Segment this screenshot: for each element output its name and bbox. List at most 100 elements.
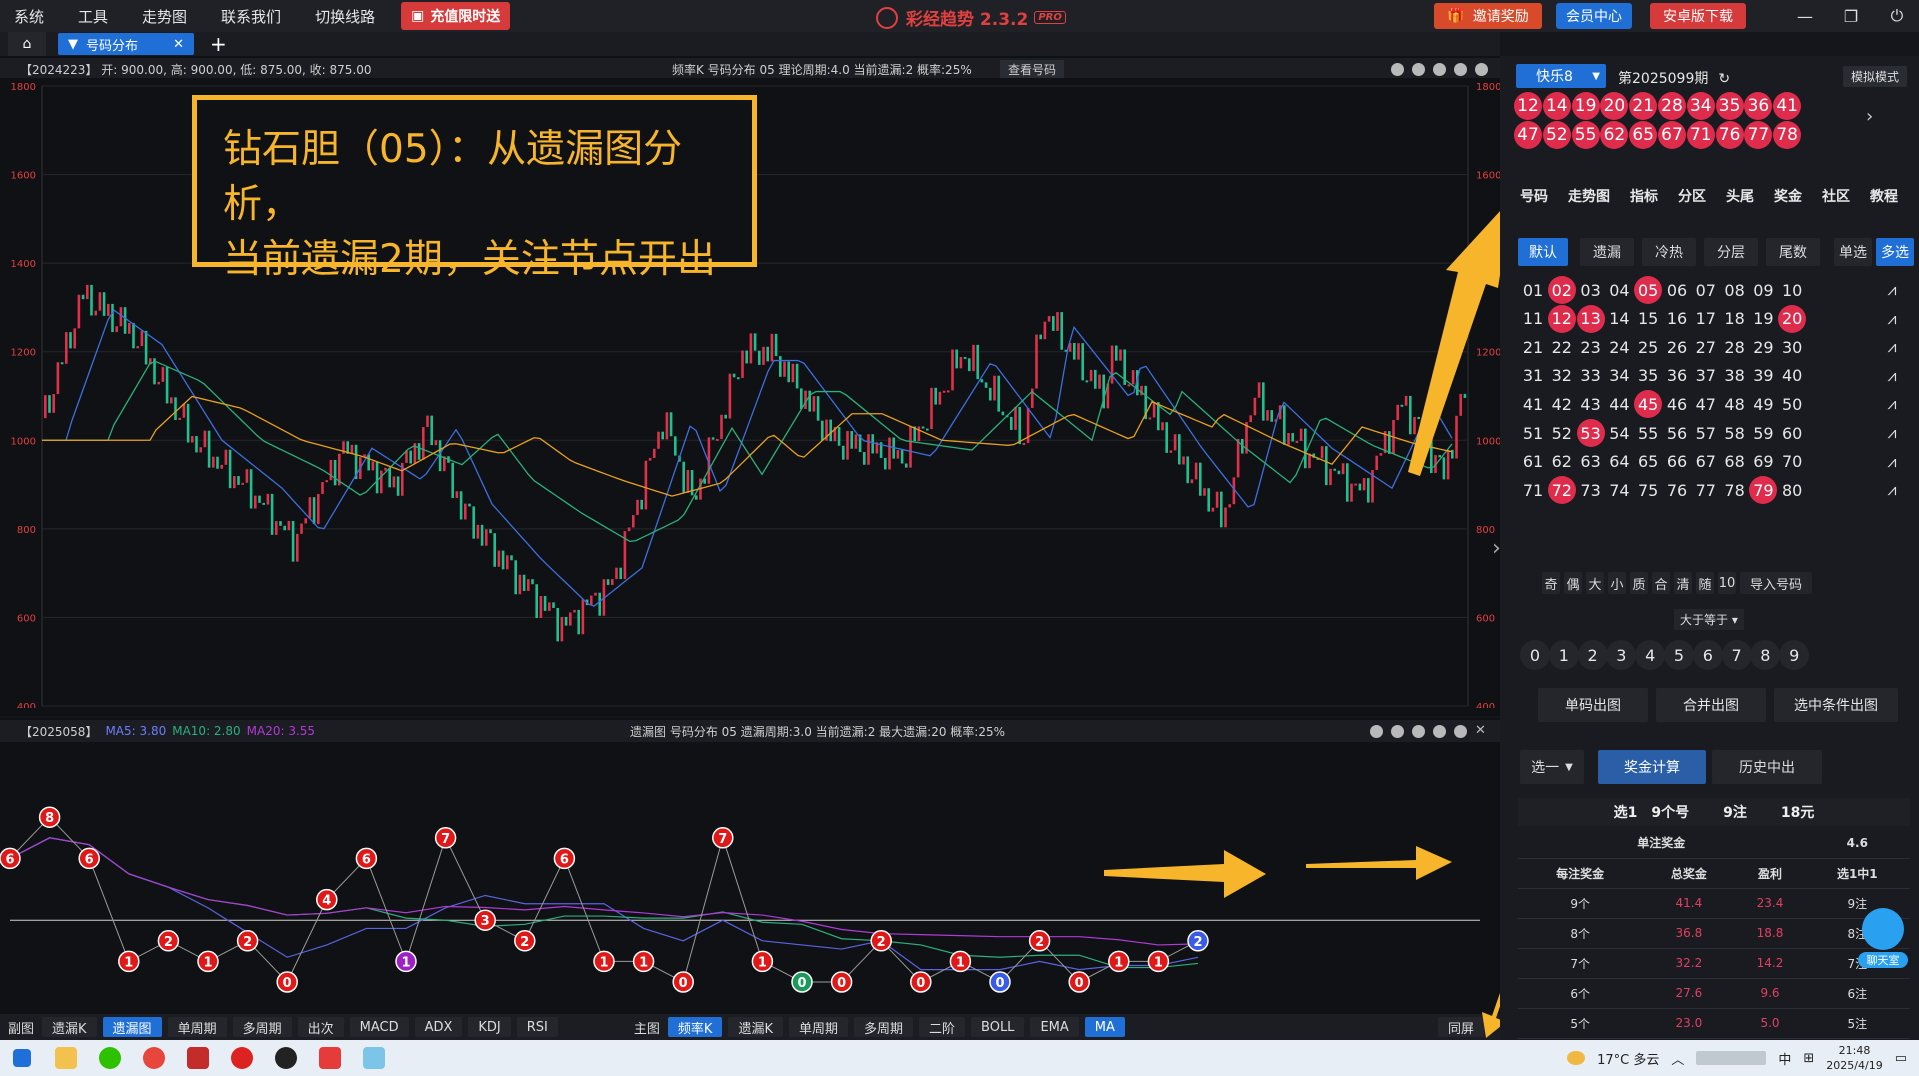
nav-head-tail[interactable]: 头尾 xyxy=(1726,186,1754,212)
tool-down-icon[interactable] xyxy=(1433,724,1446,738)
restore-icon[interactable]: ❐ xyxy=(1828,0,1874,32)
home-icon[interactable]: ⌂ xyxy=(8,32,46,56)
btn-single-period[interactable]: 单周期 xyxy=(167,1017,227,1037)
notes-icon[interactable] xyxy=(352,1040,396,1076)
trend-chart-icon[interactable]: ⩘ xyxy=(1882,309,1902,329)
trend-chart-icon[interactable]: ⩘ xyxy=(1882,423,1902,443)
btn-miss-k[interactable]: 遗漏K xyxy=(42,1017,97,1037)
number-cell[interactable]: 07 xyxy=(1692,276,1720,304)
ime-indicator[interactable]: 中 xyxy=(1778,1049,1791,1068)
btn-macd[interactable]: MACD xyxy=(349,1017,409,1037)
digit-button[interactable]: 6 xyxy=(1692,640,1723,670)
number-cell[interactable]: 69 xyxy=(1749,448,1777,476)
wechat-icon[interactable] xyxy=(88,1040,132,1076)
number-cell[interactable]: 14 xyxy=(1605,305,1633,333)
number-cell[interactable]: 65 xyxy=(1634,448,1662,476)
filter-hot-cold[interactable]: 冷热 xyxy=(1642,238,1696,266)
number-cell[interactable]: 25 xyxy=(1634,333,1662,361)
nav-community[interactable]: 社区 xyxy=(1822,186,1850,212)
menu-system[interactable]: 系统 xyxy=(14,6,44,27)
number-cell[interactable]: 23 xyxy=(1577,333,1605,361)
number-cell[interactable]: 08 xyxy=(1721,276,1749,304)
number-cell[interactable]: 19 xyxy=(1749,305,1777,333)
btn-ma[interactable]: MA xyxy=(1084,1017,1125,1037)
number-cell[interactable]: 55 xyxy=(1634,419,1662,447)
tool-down-icon[interactable] xyxy=(1454,62,1467,76)
trend-chart-icon[interactable]: ⩘ xyxy=(1882,480,1902,500)
number-cell[interactable]: 80 xyxy=(1778,476,1806,504)
number-cell[interactable]: 46 xyxy=(1663,390,1691,418)
number-cell[interactable]: 31 xyxy=(1519,362,1547,390)
quick-select-button[interactable]: 小 xyxy=(1608,572,1626,594)
number-cell[interactable]: 62 xyxy=(1548,448,1576,476)
weather-text[interactable]: 17°C 多云 xyxy=(1597,1049,1659,1068)
number-cell[interactable]: 12 xyxy=(1547,304,1576,333)
number-cell[interactable]: 17 xyxy=(1692,305,1720,333)
digit-button[interactable]: 4 xyxy=(1635,640,1666,670)
filter-missing[interactable]: 遗漏 xyxy=(1580,238,1634,266)
mode-single[interactable]: 单选 xyxy=(1834,238,1872,266)
number-cell[interactable]: 58 xyxy=(1721,419,1749,447)
number-cell[interactable]: 53 xyxy=(1576,419,1605,447)
number-cell[interactable]: 13 xyxy=(1576,304,1605,333)
mock-mode-button[interactable]: 模拟模式 xyxy=(1842,66,1907,87)
tool-settings-icon[interactable] xyxy=(1475,62,1488,76)
quick-select-button[interactable]: 质 xyxy=(1630,572,1648,594)
tool-up-icon[interactable] xyxy=(1412,724,1425,738)
file-explorer-icon[interactable] xyxy=(44,1040,88,1076)
number-cell[interactable]: 50 xyxy=(1778,390,1806,418)
chat-room-button[interactable]: 聊天室 xyxy=(1858,908,1908,978)
number-cell[interactable]: 37 xyxy=(1692,362,1720,390)
view-numbers-button[interactable]: 查看号码 xyxy=(1000,59,1065,79)
quick-select-button[interactable]: 清 xyxy=(1674,572,1692,594)
number-cell[interactable]: 38 xyxy=(1721,362,1749,390)
number-cell[interactable]: 78 xyxy=(1721,476,1749,504)
btn-ema[interactable]: EMA xyxy=(1030,1017,1079,1037)
chevron-right-icon[interactable]: › xyxy=(1866,106,1873,127)
digit-button[interactable]: 3 xyxy=(1606,640,1637,670)
number-cell[interactable]: 26 xyxy=(1663,333,1691,361)
number-cell[interactable]: 33 xyxy=(1577,362,1605,390)
invite-button[interactable]: 🎁 邀请奖励 xyxy=(1434,3,1542,29)
power-icon[interactable]: ⏻ xyxy=(1874,0,1919,32)
digit-button[interactable]: 9 xyxy=(1779,640,1810,670)
quick-select-button[interactable]: 大 xyxy=(1586,572,1604,594)
history-tab[interactable]: 历史中出 xyxy=(1712,750,1822,784)
chrome-icon[interactable] xyxy=(132,1040,176,1076)
number-cell[interactable]: 32 xyxy=(1548,362,1576,390)
single-chart-button[interactable]: 单码出图 xyxy=(1538,688,1648,722)
btn-miss-chart[interactable]: 遗漏图 xyxy=(102,1017,162,1037)
quick-select-button[interactable]: 随 xyxy=(1696,572,1714,594)
chevron-up-icon[interactable]: ︿ xyxy=(1671,1049,1684,1068)
btn-boll[interactable]: BOLL xyxy=(971,1017,1025,1037)
number-cell[interactable]: 35 xyxy=(1634,362,1662,390)
wps-icon[interactable] xyxy=(308,1040,352,1076)
number-cell[interactable]: 27 xyxy=(1692,333,1720,361)
number-cell[interactable]: 16 xyxy=(1663,305,1691,333)
nav-zones[interactable]: 分区 xyxy=(1678,186,1706,212)
number-cell[interactable]: 40 xyxy=(1778,362,1806,390)
trend-chart-icon[interactable]: ⩘ xyxy=(1882,280,1902,300)
number-cell[interactable]: 09 xyxy=(1749,276,1777,304)
trend-chart-icon[interactable]: ⩘ xyxy=(1882,337,1902,357)
btn-second-order[interactable]: 二阶 xyxy=(919,1017,966,1037)
number-cell[interactable]: 75 xyxy=(1634,476,1662,504)
refresh-icon[interactable]: ↻ xyxy=(1718,71,1730,87)
close-icon[interactable]: ✕ xyxy=(173,37,184,52)
menu-trend[interactable]: 走势图 xyxy=(142,6,187,27)
number-cell[interactable]: 77 xyxy=(1692,476,1720,504)
pin-icon[interactable] xyxy=(1370,724,1383,738)
number-cell[interactable]: 49 xyxy=(1749,390,1777,418)
comparison-select[interactable]: 大于等于 ▾ xyxy=(1674,609,1744,630)
pick-select[interactable]: 选一 ▼ xyxy=(1520,750,1584,784)
add-tab-button[interactable]: + xyxy=(210,32,227,56)
number-cell[interactable]: 47 xyxy=(1692,390,1720,418)
number-cell[interactable]: 04 xyxy=(1605,276,1633,304)
menu-switch-line[interactable]: 切换线路 xyxy=(315,6,375,27)
digit-button[interactable]: 0 xyxy=(1520,640,1550,670)
quick-select-button[interactable]: 偶 xyxy=(1564,572,1582,594)
nav-indicators[interactable]: 指标 xyxy=(1630,186,1658,212)
nav-numbers[interactable]: 号码 xyxy=(1520,186,1548,212)
mode-multi[interactable]: 多选 xyxy=(1876,238,1914,266)
number-cell[interactable]: 02 xyxy=(1547,276,1576,304)
